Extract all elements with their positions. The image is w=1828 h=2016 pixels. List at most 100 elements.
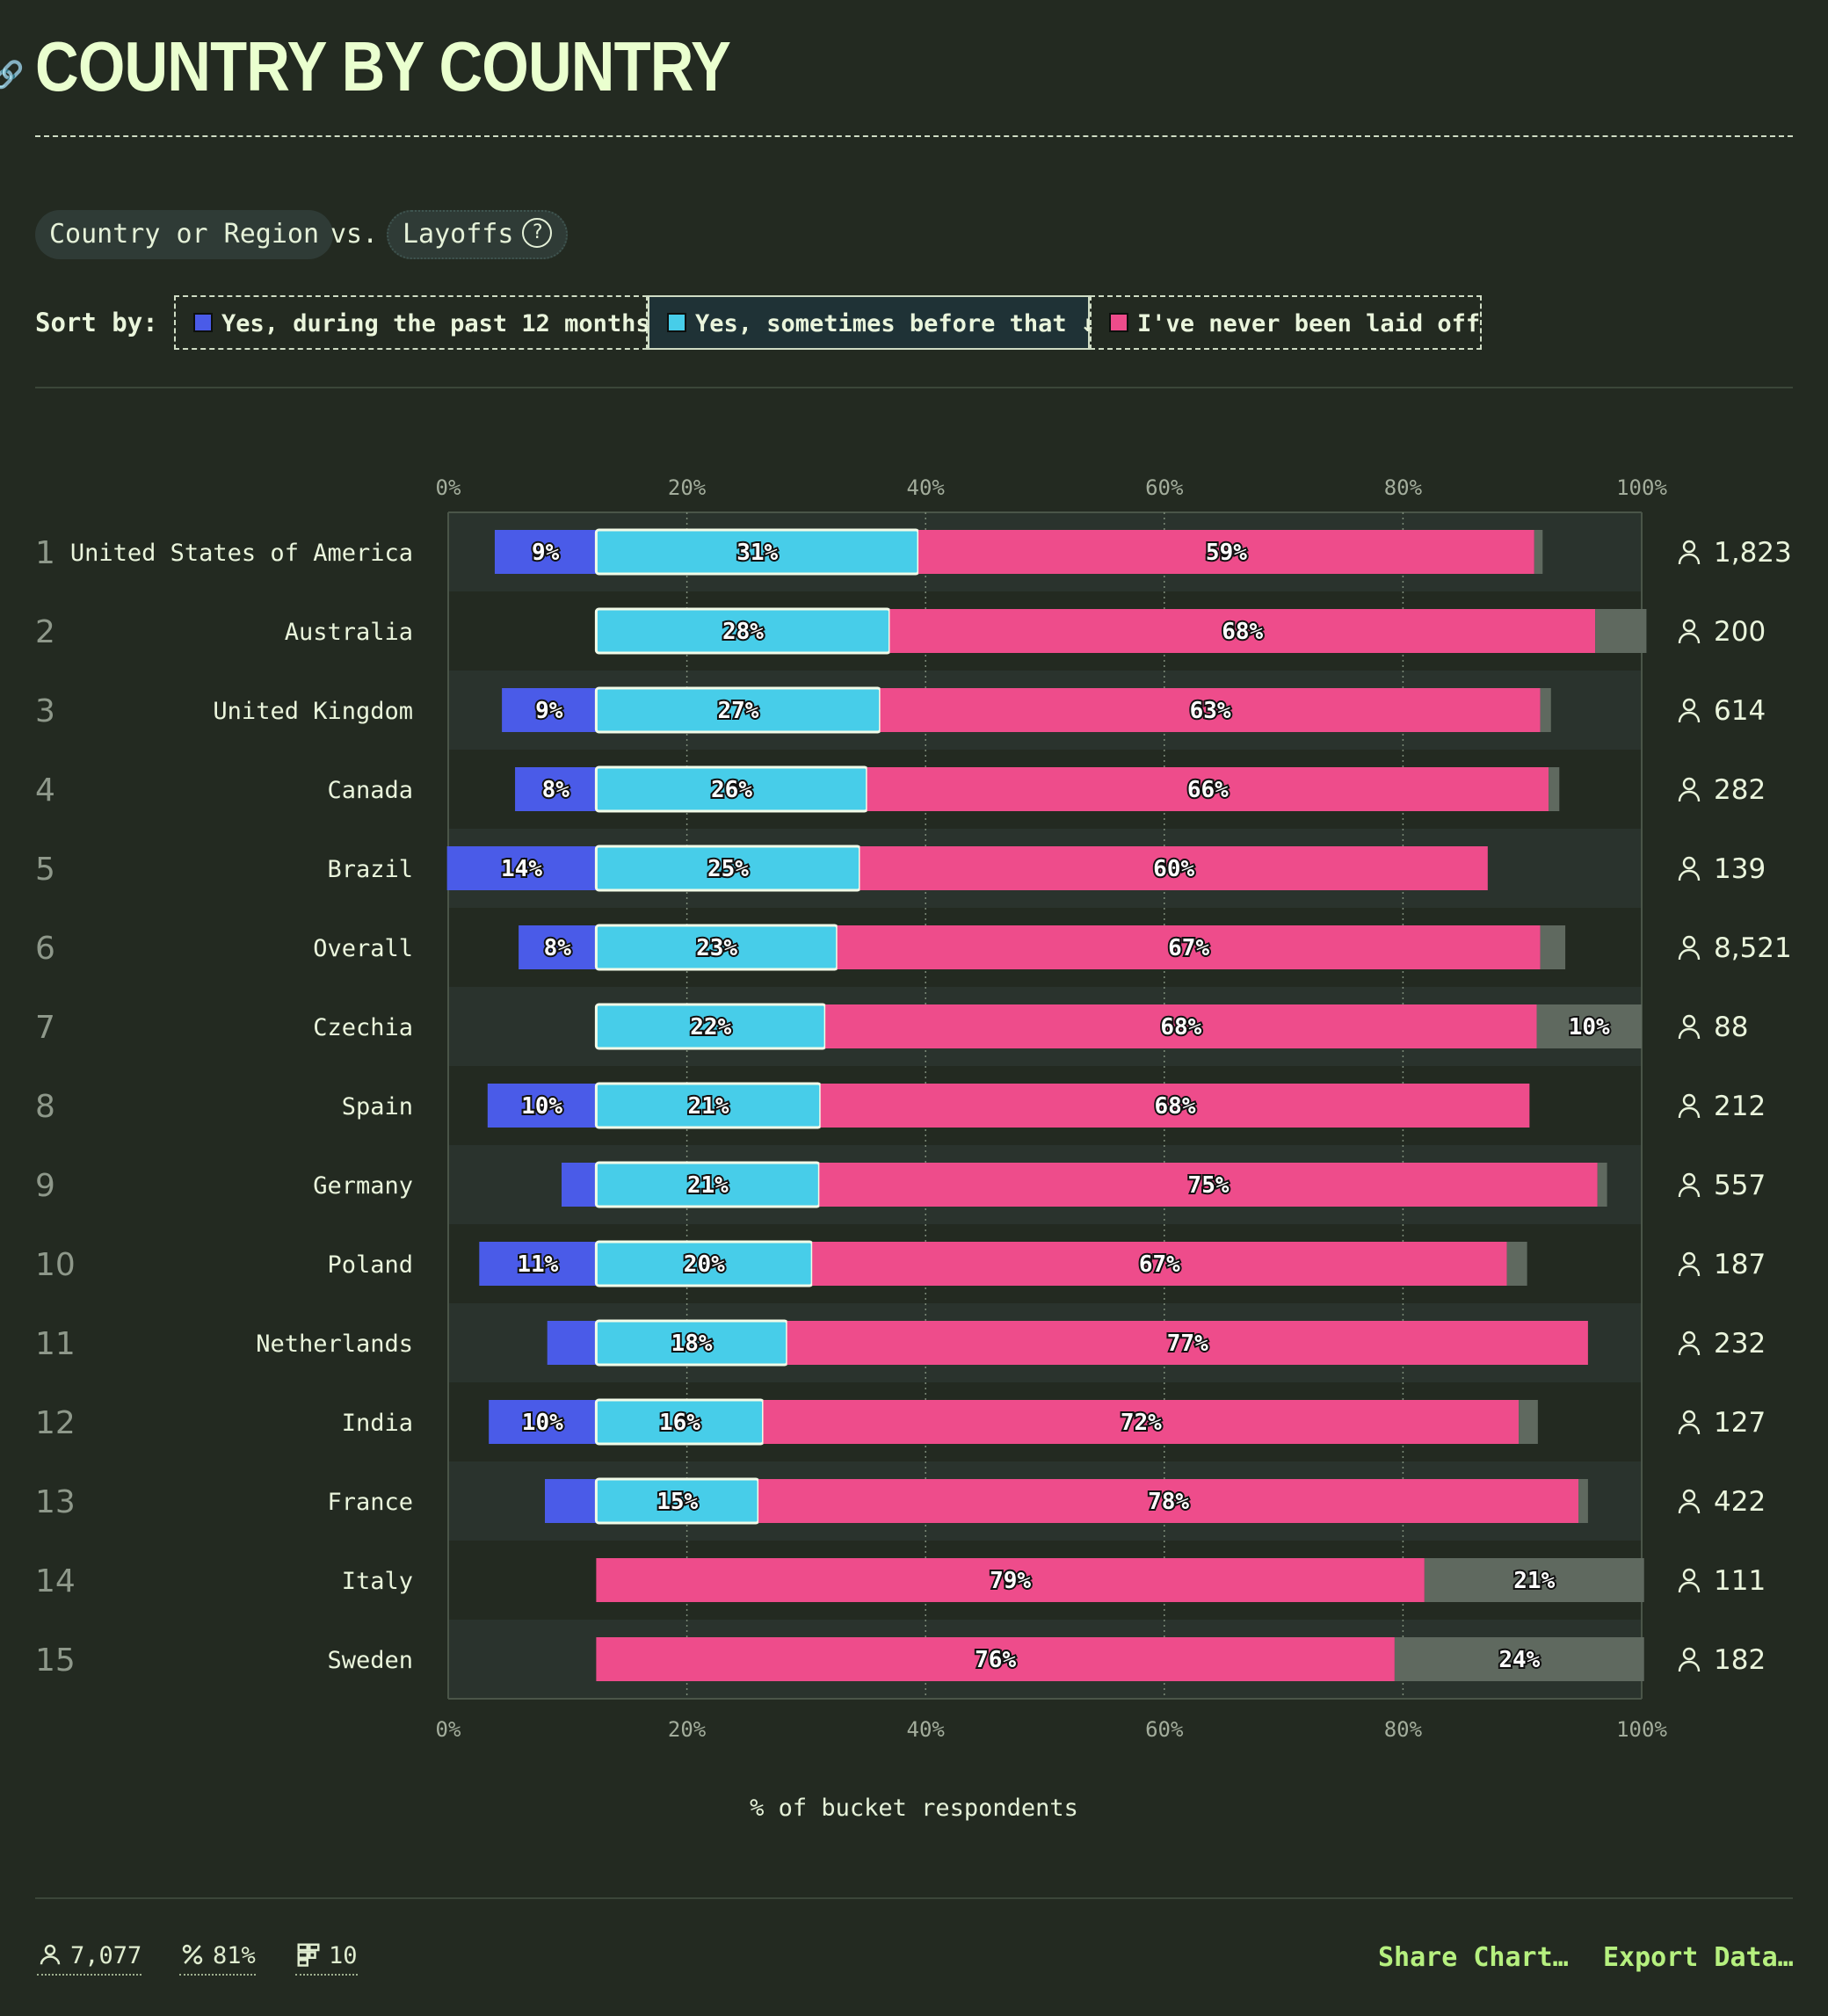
title-divider (35, 135, 1793, 137)
person-icon (40, 1944, 61, 1964)
data-label: 8% (542, 777, 570, 803)
data-label: 9% (532, 540, 560, 566)
data-label: 15% (656, 1489, 698, 1515)
person-icon (1678, 1489, 1701, 1514)
person-icon-body (1678, 869, 1701, 881)
x-tick-label-bottom: 0% (436, 1717, 461, 1742)
category-label: Overall (313, 935, 413, 962)
data-label: 21% (687, 1172, 729, 1199)
percent-value: 81% (213, 1942, 256, 1969)
data-label: 79% (990, 1568, 1031, 1594)
layoffs-bar-chart: 0% 0% 20% 20% 40% 40% 60% 60% 80% 80% 100% 100% 1 Uni… (35, 475, 1792, 1742)
link-icon[interactable]: 🔗 (0, 60, 24, 91)
person-icon-head (1682, 1014, 1696, 1028)
person-icon-head (1682, 540, 1696, 554)
share-chart-button[interactable]: Share Chart… (1378, 1942, 1569, 1973)
data-label: 21% (1513, 1568, 1555, 1594)
bar-segment (1595, 609, 1647, 653)
person-icon-head (1682, 935, 1696, 949)
person-icon (1678, 619, 1701, 644)
x-tick-label-bottom: 40% (907, 1717, 946, 1742)
row-rank: 7 (35, 1010, 55, 1046)
data-label: 59% (1206, 540, 1247, 566)
footer-divider (35, 1897, 1793, 1899)
data-label: 77% (1167, 1331, 1208, 1357)
data-label: 10% (521, 1093, 562, 1120)
x-tick-label-top: 60% (1145, 475, 1184, 500)
data-label: 27% (718, 698, 759, 724)
bar-segment (544, 1479, 597, 1523)
x-tick-label-top: 40% (907, 475, 946, 500)
respondent-count: 88 (1714, 1012, 1748, 1043)
data-label: 68% (1160, 1014, 1201, 1041)
respondent-count: 127 (1714, 1407, 1766, 1439)
person-icon-head (1682, 1251, 1696, 1265)
data-label: 78% (1148, 1489, 1189, 1515)
help-circle-icon[interactable]: ? (522, 217, 553, 248)
data-label: 11% (517, 1251, 558, 1278)
layoffs-selector[interactable]: Layoffs? (387, 210, 569, 259)
person-icon-body (1678, 1660, 1701, 1672)
sort-option-past-12-months[interactable]: Yes, during the past 12 months (174, 295, 650, 350)
row-rank: 1 (35, 535, 55, 571)
person-icon-head (1682, 1093, 1696, 1107)
person-icon-head (1682, 1568, 1696, 1582)
row-rank: 3 (35, 693, 55, 729)
x-tick-label-bottom: 60% (1145, 1717, 1184, 1742)
data-label: 75% (1188, 1172, 1230, 1199)
category-label: Brazil (327, 856, 413, 883)
person-icon (1678, 1331, 1701, 1356)
respondent-count: 182 (1714, 1644, 1766, 1676)
category-label: Italy (342, 1568, 413, 1595)
respondents-value: 7,077 (70, 1942, 142, 1969)
data-label: 68% (1222, 619, 1263, 645)
person-icon (1678, 1014, 1701, 1040)
data-label: 9% (535, 698, 563, 724)
bar-segment (562, 1163, 597, 1207)
data-label: 22% (690, 1014, 731, 1041)
category-label: Netherlands (256, 1331, 413, 1358)
data-label: 23% (696, 935, 737, 961)
row-rank: 5 (35, 852, 55, 888)
person-icon-body (1678, 1186, 1701, 1198)
respondent-count: 187 (1714, 1249, 1766, 1280)
category-label: Canada (327, 777, 413, 804)
data-label: 24% (1498, 1647, 1540, 1673)
buckets-stat[interactable]: 10 (295, 1942, 358, 1976)
sort-option-label: Yes, during the past 12 months (221, 310, 650, 337)
sort-option-never-laid-off[interactable]: I've never been laid off (1090, 295, 1482, 350)
person-icon-head (1682, 1410, 1696, 1424)
bar-segment (1534, 530, 1543, 574)
person-icon-head (1682, 698, 1696, 712)
country-selector[interactable]: Country or Region (35, 210, 334, 259)
person-icon (1678, 935, 1701, 961)
person-icon (1678, 698, 1701, 723)
data-label: 26% (711, 777, 752, 803)
data-label: 67% (1168, 935, 1209, 961)
percent-stat[interactable]: 81% (179, 1942, 256, 1976)
data-label: 68% (1155, 1093, 1196, 1120)
export-data-button[interactable]: Export Data… (1603, 1942, 1794, 1973)
respondents-stat[interactable]: 7,077 (37, 1942, 142, 1976)
x-tick-label-bottom: 80% (1384, 1717, 1423, 1742)
data-label: 66% (1187, 777, 1229, 803)
person-icon-body (1678, 948, 1701, 961)
person-icon (1678, 1172, 1701, 1198)
person-icon-head (1682, 1647, 1696, 1661)
person-icon (1678, 1251, 1701, 1277)
row-rank: 4 (35, 772, 55, 809)
data-label: 10% (522, 1410, 563, 1436)
category-label: Spain (342, 1093, 413, 1120)
sort-label: Sort by: (35, 308, 158, 337)
sort-option-before-that[interactable]: Yes, sometimes before that ↓ (648, 295, 1095, 350)
sort-option-label: I've never been laid off (1137, 310, 1481, 337)
data-label: 20% (684, 1251, 725, 1278)
x-tick-label-top: 0% (436, 475, 461, 500)
respondent-count: 422 (1714, 1486, 1766, 1518)
respondent-count: 1,823 (1714, 537, 1792, 569)
person-icon (1678, 1647, 1701, 1672)
data-label: 25% (707, 856, 749, 882)
bar-segment (1506, 1242, 1527, 1286)
respondent-count: 8,521 (1714, 932, 1792, 964)
vs-label: vs. (330, 219, 379, 250)
